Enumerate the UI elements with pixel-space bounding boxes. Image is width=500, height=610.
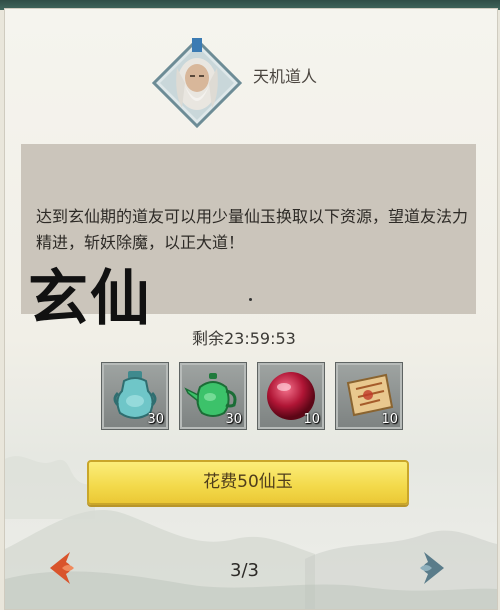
item-quantity: 30 bbox=[225, 412, 242, 427]
item-slot[interactable]: 10 bbox=[257, 362, 325, 430]
countdown-timer: 剩余23:59:53 bbox=[192, 329, 296, 348]
dialog-text: 达到玄仙期的道友可以用少量仙玉换取以下资源，望道友法力精进，斩妖除魔，以正大道！ bbox=[36, 207, 469, 252]
item-slot[interactable]: 30 bbox=[101, 362, 169, 430]
npc-portrait bbox=[151, 37, 243, 129]
spend-currency-button[interactable]: 花费50仙玉 bbox=[87, 460, 409, 505]
next-page-arrow-icon[interactable] bbox=[408, 548, 448, 588]
page-indicator: 3/3 bbox=[230, 560, 259, 581]
item-quantity: 30 bbox=[147, 412, 164, 427]
item-quantity: 10 bbox=[381, 412, 398, 427]
previous-page-arrow-icon[interactable] bbox=[46, 548, 86, 588]
item-slot[interactable]: 10 bbox=[335, 362, 403, 430]
decor-dot bbox=[249, 298, 252, 301]
overlay-title: 玄仙 bbox=[28, 264, 152, 334]
item-slot[interactable]: 30 bbox=[179, 362, 247, 430]
old-sage-portrait bbox=[151, 37, 243, 129]
reward-items: 30 30 10 10 bbox=[101, 362, 403, 430]
npc-name: 天机道人 bbox=[253, 67, 318, 86]
item-quantity: 10 bbox=[303, 412, 320, 427]
